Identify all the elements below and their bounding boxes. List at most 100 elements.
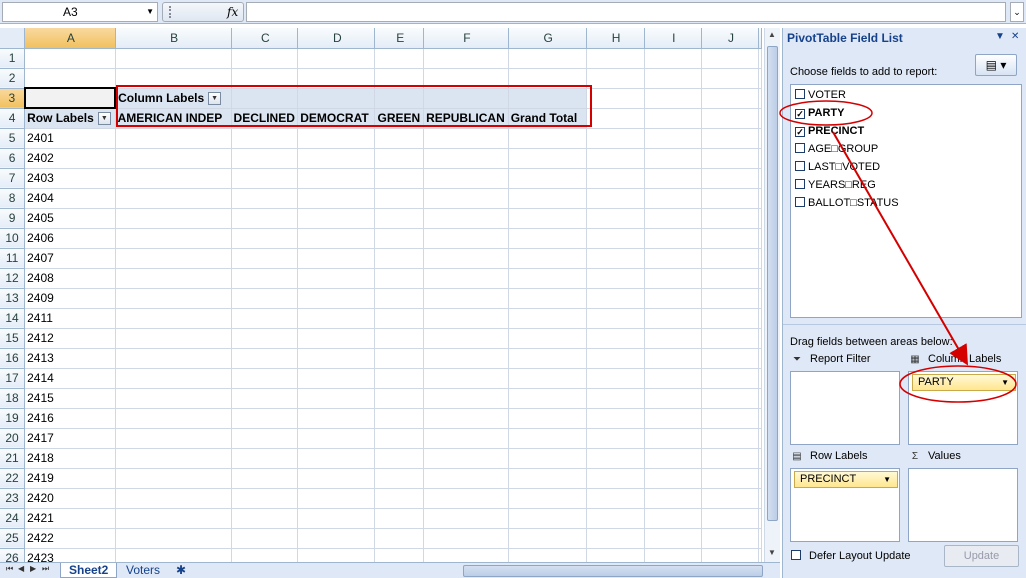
precinct-cell[interactable]: 2406 — [24, 228, 116, 249]
scroll-down-icon[interactable]: ▼ — [768, 548, 776, 557]
precinct-cell[interactable]: 2408 — [24, 268, 116, 289]
cell[interactable] — [701, 208, 759, 229]
cell[interactable] — [231, 368, 299, 389]
cell[interactable] — [423, 148, 509, 169]
cell[interactable] — [297, 468, 376, 489]
row-header[interactable]: 5 — [0, 128, 26, 149]
cell[interactable] — [586, 208, 645, 229]
cell[interactable] — [423, 328, 509, 349]
cell[interactable] — [644, 388, 703, 409]
chevron-down-icon[interactable]: ▼ — [146, 3, 154, 21]
cell[interactable] — [423, 248, 509, 269]
column-header[interactable]: D — [297, 28, 376, 49]
row-header[interactable]: 1 — [0, 48, 26, 69]
precinct-cell[interactable]: 2413 — [24, 348, 116, 369]
cell[interactable] — [297, 88, 376, 109]
cell[interactable] — [115, 328, 232, 349]
cell[interactable] — [586, 548, 645, 562]
field-item[interactable]: VOTER — [795, 87, 846, 103]
prev-sheet-icon[interactable]: ◀ — [18, 564, 24, 573]
report-filter-area[interactable] — [790, 371, 900, 445]
cell[interactable] — [586, 228, 645, 249]
cell[interactable] — [701, 308, 759, 329]
row-header[interactable]: 4 — [0, 108, 26, 129]
cell[interactable] — [423, 48, 509, 69]
cell[interactable] — [231, 88, 299, 109]
cell[interactable] — [508, 208, 587, 229]
cell[interactable] — [644, 528, 703, 549]
cell[interactable] — [297, 348, 376, 369]
cell[interactable] — [758, 288, 762, 309]
precinct-cell[interactable]: 2419 — [24, 468, 116, 489]
cell-a3[interactable] — [23, 87, 117, 109]
cell[interactable] — [586, 468, 645, 489]
cell[interactable] — [115, 368, 232, 389]
row-header[interactable]: 16 — [0, 348, 26, 369]
cell[interactable] — [758, 108, 762, 129]
cell[interactable] — [701, 528, 759, 549]
cell[interactable] — [297, 548, 376, 562]
row-header[interactable]: 23 — [0, 488, 26, 509]
cell[interactable] — [701, 488, 759, 509]
cell[interactable] — [644, 308, 703, 329]
field-item[interactable]: ✓ PRECINCT — [795, 123, 864, 139]
cell[interactable] — [701, 88, 759, 109]
cell[interactable] — [374, 448, 425, 469]
cell[interactable] — [701, 448, 759, 469]
cell[interactable] — [231, 228, 299, 249]
cell[interactable] — [758, 548, 762, 562]
cell[interactable] — [423, 128, 509, 149]
cell[interactable] — [374, 348, 425, 369]
field-checkbox[interactable] — [795, 197, 805, 207]
cell[interactable] — [374, 368, 425, 389]
cell[interactable] — [423, 288, 509, 309]
cell[interactable] — [423, 428, 509, 449]
cell[interactable] — [297, 68, 376, 89]
precinct-cell[interactable]: 2412 — [24, 328, 116, 349]
cell[interactable] — [374, 228, 425, 249]
row-header[interactable]: 24 — [0, 508, 26, 529]
cell[interactable] — [701, 288, 759, 309]
cell[interactable] — [701, 348, 759, 369]
cell[interactable] — [701, 48, 759, 69]
cell[interactable] — [586, 68, 645, 89]
cell[interactable] — [115, 528, 232, 549]
column-header[interactable]: H — [586, 28, 645, 49]
cell[interactable] — [374, 268, 425, 289]
row-header[interactable]: 18 — [0, 388, 26, 409]
row-header[interactable]: 11 — [0, 248, 26, 269]
cell[interactable] — [374, 168, 425, 189]
party-column-header[interactable]: AMERICAN INDEP — [115, 108, 232, 129]
cell[interactable] — [231, 528, 299, 549]
cell[interactable] — [701, 408, 759, 429]
scroll-thumb[interactable] — [767, 46, 778, 521]
cell[interactable] — [701, 368, 759, 389]
cell[interactable] — [644, 248, 703, 269]
column-header[interactable] — [758, 28, 762, 49]
cell[interactable] — [231, 248, 299, 269]
cell[interactable] — [644, 408, 703, 429]
cell[interactable] — [423, 308, 509, 329]
cell[interactable] — [374, 468, 425, 489]
cell[interactable] — [644, 468, 703, 489]
column-filter-dropdown-icon[interactable]: ▼ — [208, 92, 222, 106]
precinct-cell[interactable]: 2418 — [24, 448, 116, 469]
field-checkbox[interactable] — [795, 161, 805, 171]
cell[interactable] — [423, 188, 509, 209]
cell[interactable] — [701, 508, 759, 529]
party-column-header[interactable]: Grand Total — [508, 108, 587, 129]
cell[interactable] — [508, 428, 587, 449]
cell[interactable] — [586, 488, 645, 509]
cell[interactable] — [297, 148, 376, 169]
cell[interactable] — [701, 68, 759, 89]
cell[interactable] — [701, 328, 759, 349]
cell[interactable] — [231, 328, 299, 349]
cell[interactable] — [586, 428, 645, 449]
precinct-cell[interactable]: 2402 — [24, 148, 116, 169]
cell[interactable] — [231, 488, 299, 509]
cell[interactable] — [231, 48, 299, 69]
cell[interactable] — [508, 488, 587, 509]
cell[interactable] — [644, 188, 703, 209]
cell[interactable] — [701, 428, 759, 449]
cell[interactable] — [644, 168, 703, 189]
